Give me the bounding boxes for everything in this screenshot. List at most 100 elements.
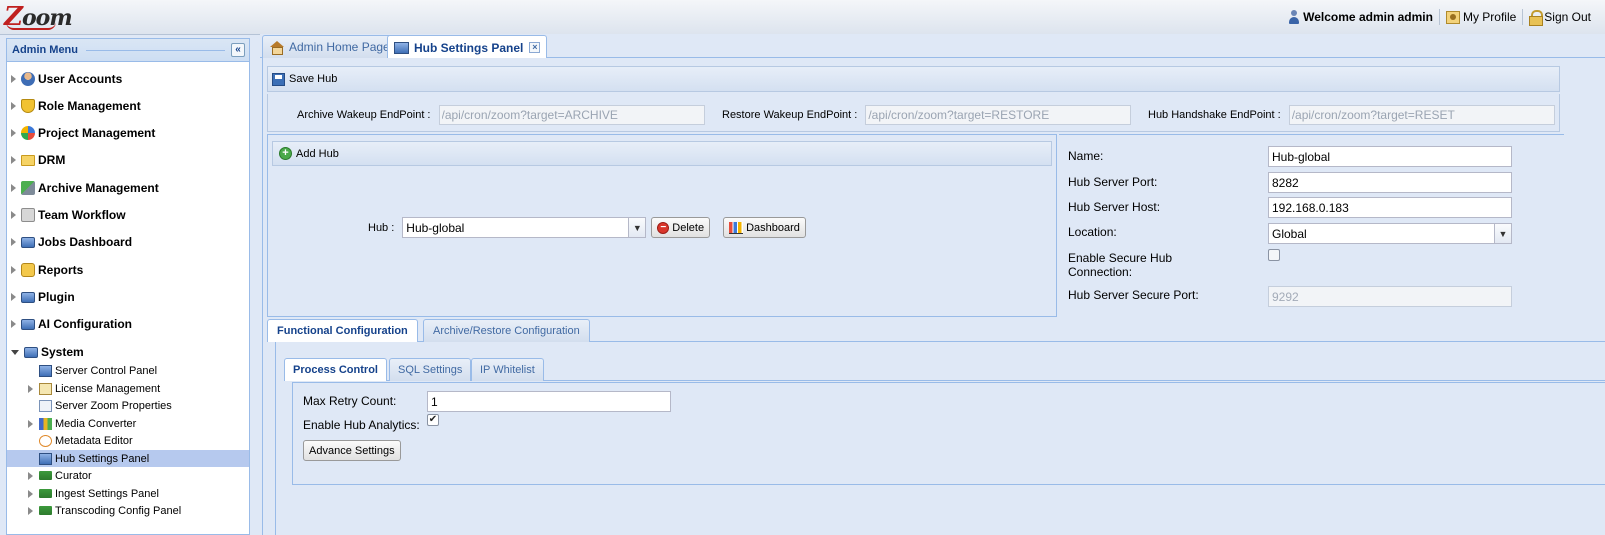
monitor-icon — [39, 452, 52, 465]
port-label: Hub Server Port: — [1068, 175, 1158, 189]
expand-arrow-icon[interactable] — [11, 320, 16, 328]
process-control-body: Max Retry Count: Enable Hub Analytics: ✔… — [292, 382, 1605, 485]
sidebar-item-ingest-settings-panel[interactable]: Ingest Settings Panel — [7, 485, 249, 502]
my-profile-link[interactable]: My Profile — [1440, 10, 1522, 24]
archive-endpoint-input[interactable] — [438, 105, 705, 125]
expand-arrow-icon[interactable] — [11, 75, 16, 83]
properties-icon — [39, 399, 52, 412]
sidebar-item-project-management[interactable]: Project Management — [11, 122, 253, 144]
tab-archive-restore-configuration[interactable]: Archive/Restore Configuration — [423, 319, 590, 342]
sidebar-item-plugin[interactable]: Plugin — [11, 286, 253, 308]
hub-dropdown[interactable]: Hub-global ▼ — [402, 217, 647, 238]
tab-sql-settings[interactable]: SQL Settings — [389, 358, 472, 381]
name-input[interactable] — [1268, 146, 1512, 167]
sidebar-item-label: Media Converter — [55, 417, 137, 430]
sidebar-item-reports[interactable]: Reports — [11, 259, 253, 281]
sidebar-item-server-control-panel[interactable]: Server Control Panel — [7, 362, 249, 379]
my-profile-label: My Profile — [1462, 10, 1517, 24]
expand-arrow-icon[interactable] — [11, 129, 16, 137]
tab-process-control[interactable]: Process Control — [284, 358, 387, 381]
folder-icon — [21, 154, 35, 166]
expand-arrow-icon[interactable] — [11, 102, 16, 110]
delete-button[interactable]: − Delete — [651, 217, 711, 238]
sidebar-item-ai-configuration[interactable]: AI Configuration — [11, 313, 253, 335]
tab-label: Functional Configuration — [277, 325, 408, 337]
monitor-icon — [21, 318, 35, 330]
restore-endpoint-input[interactable] — [865, 105, 1132, 125]
chevron-down-icon[interactable]: ▼ — [628, 218, 646, 237]
sign-out-label: Sign Out — [1544, 10, 1591, 24]
sidebar-item-license-management[interactable]: License Management — [7, 380, 249, 397]
collapse-double-chevron-icon[interactable]: « — [231, 43, 245, 57]
expand-arrow-icon[interactable] — [28, 384, 33, 393]
location-dropdown[interactable]: Global ▼ — [1268, 223, 1512, 244]
users-icon — [21, 72, 35, 86]
save-hub-button[interactable]: Save Hub — [272, 72, 337, 86]
expand-arrow-icon[interactable] — [28, 419, 33, 428]
tab-admin-home-page[interactable]: Admin Home Page — [262, 35, 397, 58]
expand-arrow-icon[interactable] — [11, 293, 16, 301]
sidebar-item-user-accounts[interactable]: User Accounts — [11, 68, 253, 90]
expand-arrow-icon[interactable] — [11, 238, 16, 246]
analytics-checkbox[interactable]: ✔ — [427, 414, 439, 426]
secure-connection-label: Enable Secure Hub — [1068, 251, 1173, 265]
sidebar-item-hub-settings-panel[interactable]: Hub Settings Panel — [7, 450, 249, 467]
chevron-down-icon[interactable]: ▼ — [1494, 224, 1511, 243]
tab-functional-configuration[interactable]: Functional Configuration — [267, 319, 418, 342]
sidebar-item-role-management[interactable]: Role Management — [11, 95, 253, 117]
expand-arrow-icon[interactable] — [11, 266, 16, 274]
expand-arrow-icon[interactable] — [11, 156, 16, 164]
max-retry-input[interactable] — [427, 391, 671, 412]
host-input[interactable] — [1268, 197, 1512, 218]
port-input[interactable] — [1268, 172, 1512, 193]
sidebar-item-drm[interactable]: DRM — [11, 149, 253, 171]
sidebar-item-label: Team Workflow — [38, 208, 126, 222]
sidebar-item-system[interactable]: System — [11, 341, 253, 363]
sign-out-link[interactable]: Sign Out — [1523, 10, 1597, 26]
collapse-arrow-icon[interactable] — [11, 349, 19, 355]
analytics-label: Enable Hub Analytics: — [303, 418, 420, 432]
home-icon — [269, 41, 284, 55]
sidebar-item-archive-management[interactable]: Archive Management — [11, 177, 253, 199]
sidebar-item-transcoding-config-panel[interactable]: Transcoding Config Panel — [7, 502, 249, 519]
monitor-icon — [394, 41, 409, 54]
sub-tab-strip: Process Control SQL Settings IP Whitelis… — [284, 357, 1605, 381]
expand-arrow-icon[interactable] — [28, 471, 33, 480]
sidebar-item-label: Metadata Editor — [55, 434, 133, 447]
sidebar-item-curator[interactable]: Curator — [7, 467, 249, 484]
tab-ip-whitelist[interactable]: IP Whitelist — [471, 358, 544, 381]
secure-port-label: Hub Server Secure Port: — [1068, 288, 1199, 302]
close-icon[interactable]: × — [529, 42, 541, 53]
expand-arrow-icon[interactable] — [28, 506, 33, 515]
secure-connection-label-cont: Connection: — [1068, 265, 1133, 279]
globe-icon — [21, 126, 35, 140]
add-hub-button[interactable]: + Add Hub — [272, 141, 1052, 166]
expand-arrow-icon[interactable] — [28, 489, 33, 498]
hub-select-row: Hub : Hub-global ▼ − Delete Dashboard — [368, 217, 806, 238]
tree-icon — [39, 471, 52, 480]
config-tab-strip: Functional Configuration Archive/Restore… — [267, 319, 1605, 342]
tab-label: SQL Settings — [398, 364, 463, 376]
secure-connection-checkbox[interactable] — [1268, 249, 1280, 261]
expand-arrow-icon[interactable] — [11, 184, 16, 192]
top-links: Welcome admin admin My Profile Sign Out — [1282, 9, 1597, 26]
handshake-endpoint-input[interactable] — [1288, 105, 1555, 125]
advance-settings-button[interactable]: Advance Settings — [303, 440, 401, 461]
handshake-endpoint-field: Hub Handshake EndPoint : — [1148, 105, 1555, 125]
sidebar-item-media-converter[interactable]: Media Converter — [7, 415, 249, 432]
sidebar-item-label: Role Management — [38, 99, 141, 113]
expand-arrow-icon[interactable] — [11, 211, 16, 219]
sidebar-item-label: AI Configuration — [38, 317, 132, 331]
hub-label: Hub : — [368, 221, 395, 234]
save-icon — [272, 72, 285, 86]
sidebar-item-server-zoom-properties[interactable]: Server Zoom Properties — [7, 397, 249, 414]
tab-hub-settings-panel[interactable]: Hub Settings Panel × — [387, 35, 548, 59]
sidebar-item-jobs-dashboard[interactable]: Jobs Dashboard — [11, 231, 253, 253]
dashboard-button[interactable]: Dashboard — [723, 217, 806, 238]
sidebar-item-metadata-editor[interactable]: Metadata Editor — [7, 432, 249, 449]
hub-settings-panel: Save Hub Archive Wakeup EndPoint : Resto… — [262, 58, 1605, 535]
name-label: Name: — [1068, 149, 1104, 163]
secure-port-input[interactable] — [1268, 286, 1512, 307]
archive-icon — [21, 181, 35, 195]
sidebar-item-team-workflow[interactable]: Team Workflow — [11, 204, 253, 226]
